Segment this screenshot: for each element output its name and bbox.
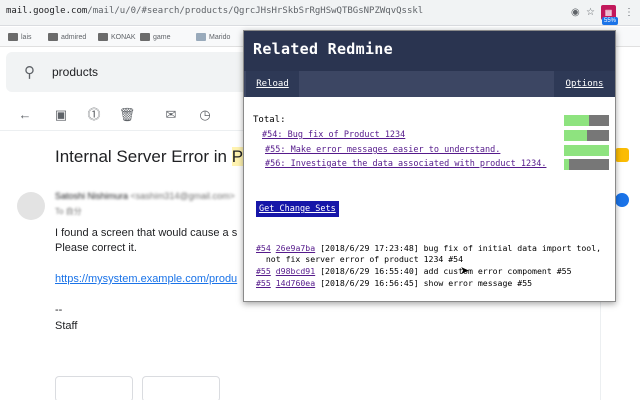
commit-row: #55 14d760ea [2018/6/29 16:56:45] show e… <box>256 278 611 289</box>
bookmark-label: game <box>153 33 171 41</box>
folder-icon <box>8 33 18 41</box>
bookmark-folder[interactable]: game <box>140 31 171 43</box>
issue-progress-bar <box>564 159 609 170</box>
issue-progress-bar <box>564 130 609 141</box>
sender-line: Satoshi Nishimura <sashim314@gmail.com> <box>55 191 235 201</box>
total-progress-bar <box>564 115 609 126</box>
progress-fill <box>564 145 609 156</box>
signature-name: Staff <box>55 320 78 332</box>
popup-title: Related Redmine <box>253 40 393 58</box>
commit-hash-link[interactable]: d98bcd91 <box>276 266 315 276</box>
email-body-link[interactable]: https://mysystem.example.com/produ <box>55 273 237 285</box>
commit-issue-link[interactable]: #55 <box>256 266 271 276</box>
address-bar[interactable]: mail.google.com/mail/u/0/#search/product… <box>6 6 423 16</box>
kebab-menu-icon[interactable]: ⋮ <box>624 6 634 20</box>
issue-link[interactable]: #56: Investigate the data associated wit… <box>265 159 546 169</box>
bookmark-folder[interactable]: KONAK <box>98 31 136 43</box>
commit-issue-link[interactable]: #55 <box>256 278 271 288</box>
get-change-sets-button[interactable]: Get Change Sets <box>256 201 339 217</box>
snooze-clock-icon[interactable]: ◷ <box>196 106 214 124</box>
issue-progress-bar <box>564 145 609 156</box>
mark-unread-icon[interactable]: ✉ <box>162 106 180 124</box>
total-label: Total: <box>253 115 286 125</box>
commit-message: [2018/6/29 17:23:48] bug fix of initial … <box>315 243 602 253</box>
archive-icon[interactable]: ▣ <box>52 106 70 124</box>
folder-icon <box>48 33 58 41</box>
issue-link[interactable]: #55: Make error messages easier to under… <box>265 145 500 155</box>
reload-button[interactable]: Reload <box>246 71 299 97</box>
bookmark-label: admired <box>61 33 87 41</box>
tasks-icon[interactable] <box>615 193 629 207</box>
star-icon[interactable]: ☆ <box>586 6 595 20</box>
reply-button[interactable] <box>55 376 133 400</box>
popup-nav: Reload Options <box>244 71 615 97</box>
progress-fill <box>564 115 589 126</box>
issue-link[interactable]: #54: Bug fix of Product 1234 <box>262 130 405 140</box>
url-host: mail.google.com <box>6 6 88 16</box>
forward-button[interactable] <box>142 376 220 400</box>
popup-header: Related Redmine <box>244 31 615 71</box>
email-subject: Internal Server Error in Pr <box>55 147 249 167</box>
browser-toolbar: mail.google.com/mail/u/0/#search/product… <box>0 0 640 26</box>
mouse-cursor-icon: ➤ <box>460 265 470 277</box>
sender-name[interactable]: Satoshi Nishimura <box>55 191 128 201</box>
progress-fill <box>564 159 569 170</box>
signature-dash: -- <box>55 304 63 316</box>
commit-row: #55 d98bcd91 [2018/6/29 16:55:40] add cu… <box>256 266 611 277</box>
extension-badge: 55% <box>602 17 619 25</box>
redmine-popup: Related Redmine Reload Options Total: #5… <box>243 30 616 302</box>
email-body-line: I found a screen that would cause a s <box>55 227 238 239</box>
delete-icon[interactable]: 🗑 <box>118 106 136 124</box>
popup-body: Total: #54: Bug fix of Product 1234 #55:… <box>244 97 615 301</box>
bookmark-folder[interactable]: lais <box>8 31 32 43</box>
subject-text: Internal Server Error in <box>55 147 232 166</box>
report-spam-icon[interactable]: ⓵ <box>85 106 103 124</box>
avatar[interactable] <box>17 192 45 220</box>
url-path: /mail/u/0/#search/products/QgrcJHsHrSkbS… <box>87 6 424 16</box>
commit-issue-link[interactable]: #54 <box>256 243 271 253</box>
progress-fill <box>564 130 587 141</box>
keep-icon[interactable] <box>615 148 629 162</box>
bookmark-label: lais <box>21 33 32 41</box>
options-button[interactable]: Options <box>554 71 615 97</box>
commit-message: [2018/6/29 16:56:45] show error message … <box>315 278 533 288</box>
commit-row: #54 26e9a7ba [2018/6/29 17:23:48] bug fi… <box>256 243 611 265</box>
search-input[interactable] <box>52 65 232 79</box>
commit-hash-link[interactable]: 26e9a7ba <box>276 243 315 253</box>
folder-icon <box>140 33 150 41</box>
back-arrow-icon[interactable]: ← <box>16 106 34 124</box>
recipient-line[interactable]: To 自分 <box>55 206 82 217</box>
bookmark-folder[interactable]: admired <box>48 31 86 43</box>
sender-email: <sashim314@gmail.com> <box>130 191 235 201</box>
page-icon <box>196 33 206 41</box>
commit-message: [2018/6/29 16:55:40] add custom error co… <box>315 266 572 276</box>
search-icon[interactable]: ⚲ <box>24 63 35 81</box>
eye-icon[interactable]: ◉ <box>571 6 580 20</box>
bookmark-label: Marido <box>209 33 231 41</box>
commit-message-cont: not fix server error of product 1234 #54 <box>256 254 464 264</box>
bookmark-item[interactable]: Marido <box>196 31 230 43</box>
email-body-line: Please correct it. <box>55 242 137 254</box>
commit-hash-link[interactable]: 14d760ea <box>276 278 315 288</box>
folder-icon <box>98 33 108 41</box>
bookmark-label: KONAK <box>111 33 136 41</box>
